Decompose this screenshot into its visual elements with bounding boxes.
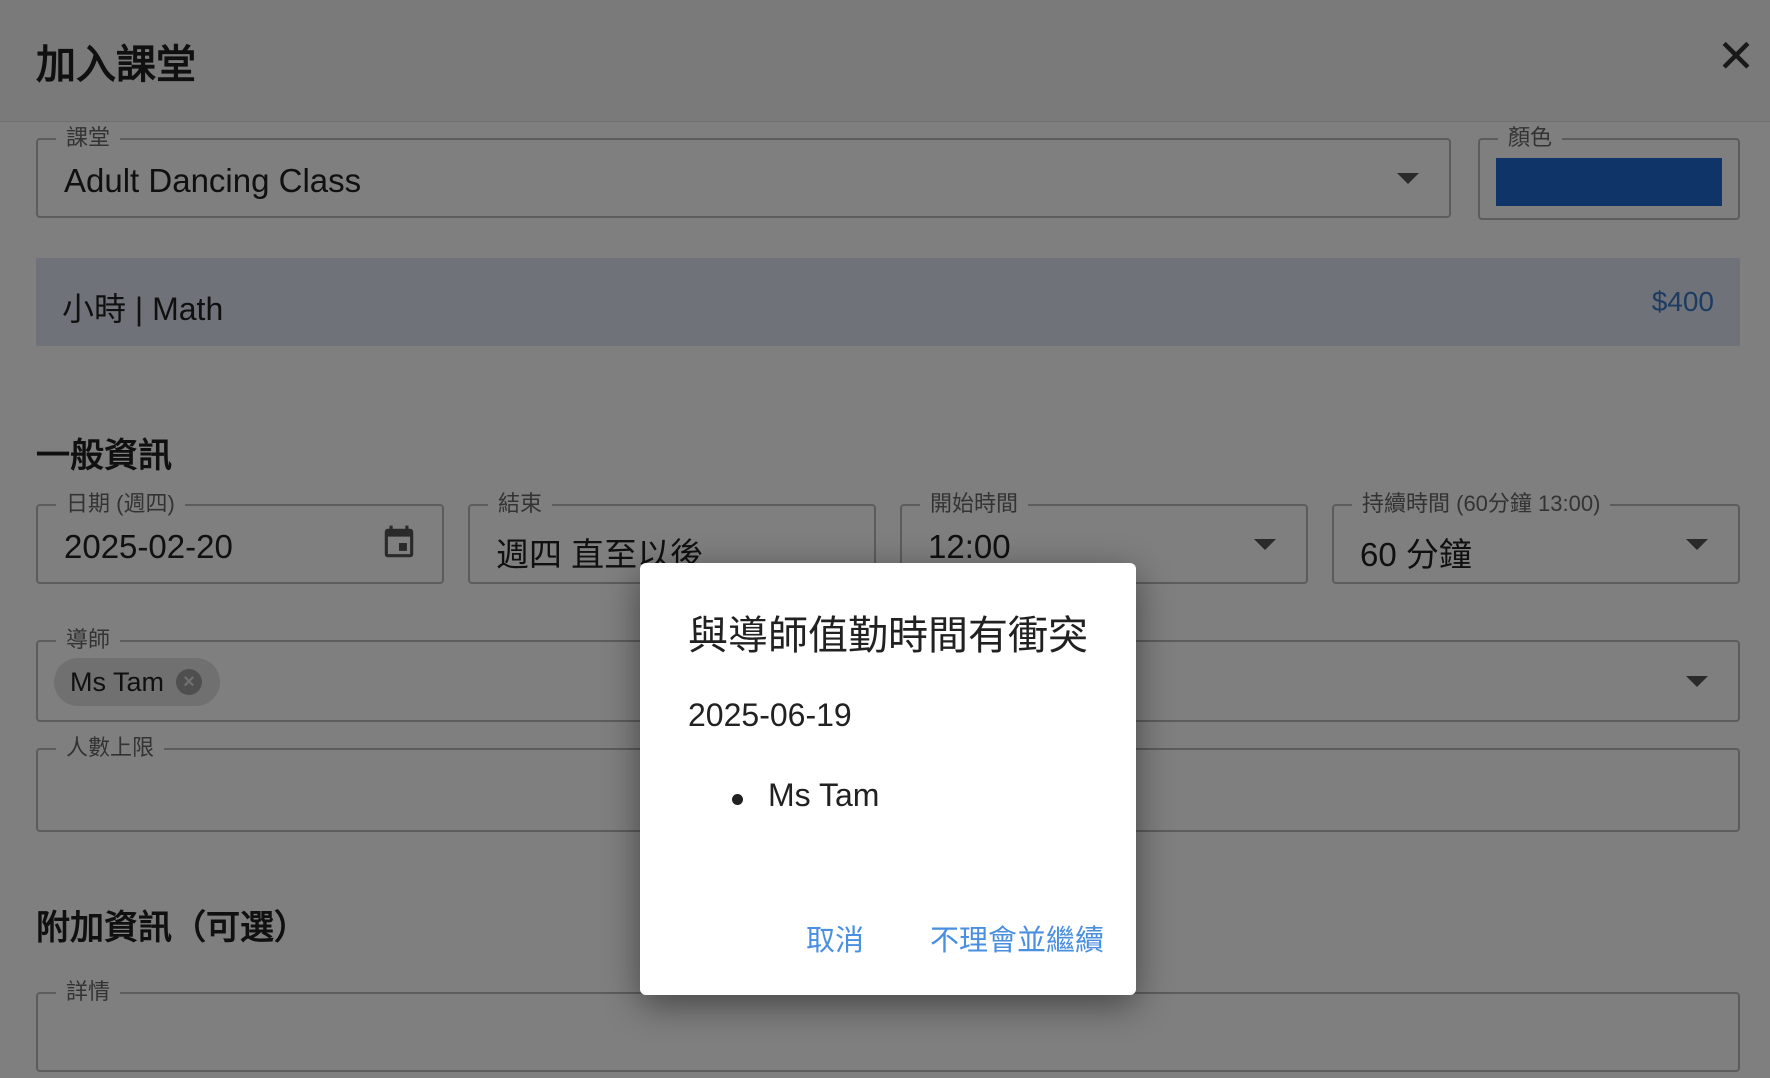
conflict-list: Ms Tam: [732, 777, 880, 814]
bullet-icon: [732, 794, 743, 805]
list-item: Ms Tam: [732, 777, 880, 814]
ignore-and-continue-button[interactable]: 不理會並繼續: [930, 917, 1104, 959]
conflict-dialog: 與導師值勤時間有衝突 2025-06-19 Ms Tam 取消 不理會並繼續: [640, 563, 1136, 995]
conflict-tutor: Ms Tam: [768, 777, 880, 813]
dialog-title: 與導師值勤時間有衝突: [688, 614, 1088, 658]
conflict-date: 2025-06-19: [688, 697, 852, 733]
dialog-actions: 取消 不理會並繼續: [806, 917, 1104, 959]
cancel-button[interactable]: 取消: [806, 917, 864, 959]
